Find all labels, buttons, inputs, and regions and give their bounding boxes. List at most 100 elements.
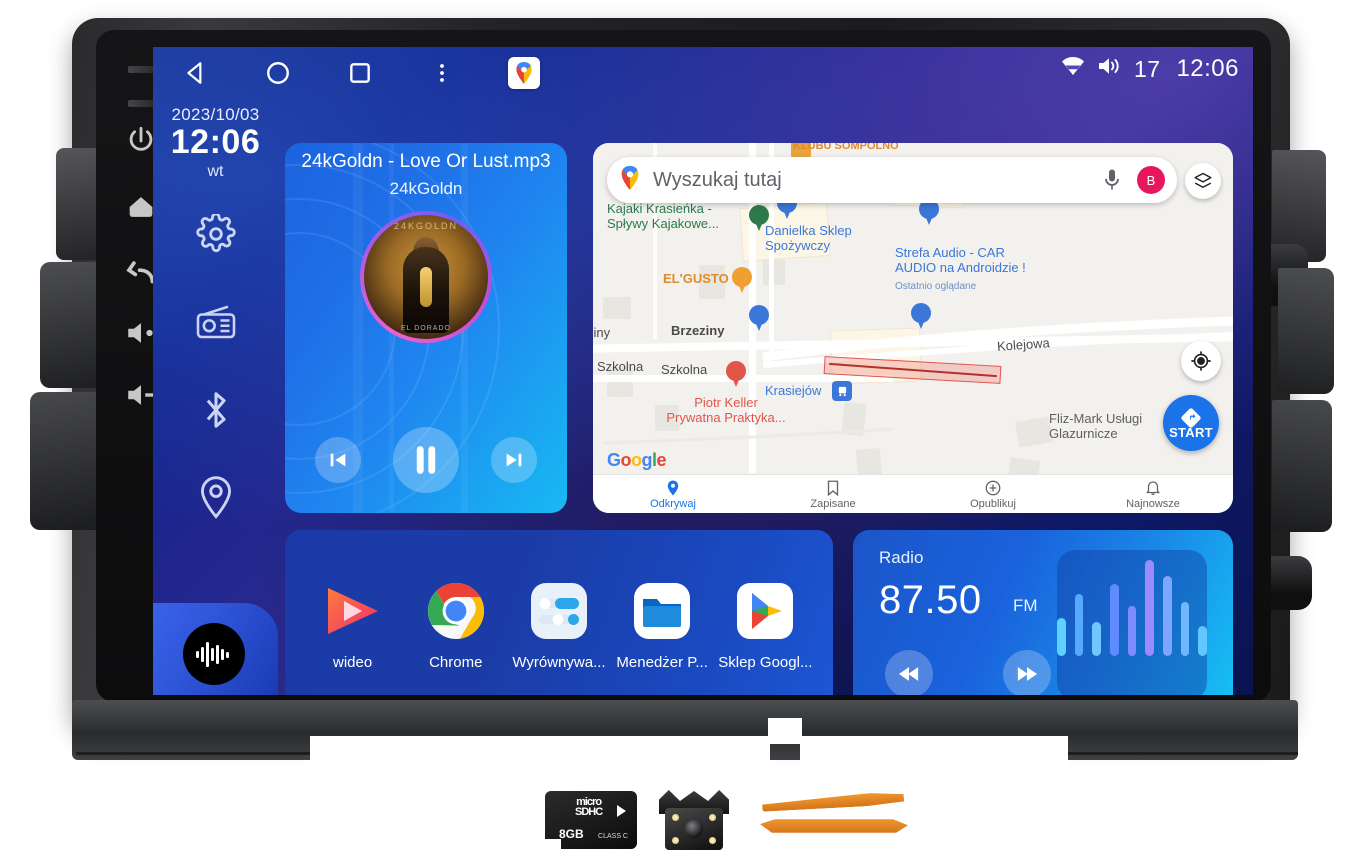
sd-notch	[545, 839, 561, 849]
navigation-bar	[179, 56, 541, 90]
status-indicators: 17 12:06	[1060, 55, 1239, 83]
volume-level: 17	[1134, 55, 1161, 82]
plus-circle-icon	[985, 480, 1001, 495]
map-label-klub: KLUBU SOMPOLNO	[793, 143, 899, 152]
camera-led	[709, 814, 716, 821]
map-pin-restaurant[interactable]	[732, 267, 752, 294]
track-artist: 24kGoldn	[389, 179, 463, 198]
google-maps-badge-icon	[508, 57, 540, 89]
app-label: Sklep Googl...	[718, 653, 813, 671]
album-art: 24KGOLDN EL DORADO	[364, 215, 488, 339]
map-pin-shop-2[interactable]	[911, 303, 931, 330]
sd-arrow-icon	[617, 805, 626, 817]
map-nav-label: Zapisane	[810, 497, 856, 510]
google-maps-icon	[619, 165, 641, 195]
mount-bracket-right-3	[1272, 400, 1332, 532]
base-groove-left	[76, 752, 312, 755]
map-nav-label: Odkrywaj	[650, 497, 696, 510]
lcd-screen: 17 12:06 2023/10/03 12:06 wt 24kGoldn - …	[153, 47, 1253, 695]
album-top-text: 24KGOLDN	[393, 221, 459, 232]
music-player-card[interactable]: 24kGoldn - Love Or Lust.mp3 24kGoldn 24K…	[285, 143, 567, 513]
google-maps-shortcut[interactable]	[507, 56, 541, 90]
home-circle-icon[interactable]	[261, 56, 295, 90]
previous-track-button[interactable]	[315, 437, 361, 483]
app-label: Wyrównywa...	[512, 653, 606, 671]
rail-time: 12:06	[170, 123, 261, 161]
map-nav-label: Najnowsze	[1126, 497, 1180, 510]
base-cutout-1	[310, 736, 770, 770]
wifi-icon	[1060, 56, 1086, 82]
map-pin-shop-1[interactable]	[749, 305, 769, 332]
app-google-play[interactable]: Sklep Googl...	[717, 580, 813, 671]
map-nav-opublikuj[interactable]: Opublikuj	[913, 479, 1073, 510]
product-photo: 17 12:06 2023/10/03 12:06 wt 24kGoldn - …	[0, 0, 1365, 857]
camera-led	[709, 837, 716, 844]
map-bottom-nav: Odkrywaj Zapisane Opublikuj Najnowsze	[593, 474, 1233, 513]
map-label-piotr-keller: Piotr Keller Prywatna Praktyka...	[666, 395, 786, 426]
left-rail: 2023/10/03 12:06 wt	[153, 99, 278, 695]
layers-button[interactable]	[1185, 163, 1221, 199]
mount-bracket-right-2	[1278, 268, 1334, 394]
google-play-icon	[734, 580, 796, 642]
radio-title: Radio	[879, 548, 924, 567]
file-manager-icon	[631, 580, 693, 642]
location-pin-icon[interactable]	[193, 475, 239, 521]
map-search-bar[interactable]: Wyszukaj tutaj B	[607, 157, 1177, 203]
app-equalizer[interactable]: Wyrównywa...	[511, 580, 607, 671]
recents-square-icon[interactable]	[343, 56, 377, 90]
map-search-placeholder[interactable]: Wyszukaj tutaj	[653, 169, 1101, 192]
album-bottom-text: EL DORADO	[401, 324, 451, 332]
viz-bar	[1127, 606, 1137, 656]
radio-icon[interactable]	[193, 299, 239, 345]
rail-weekday: wt	[207, 162, 224, 180]
app-chrome[interactable]: Chrome	[408, 580, 504, 671]
equalizer-icon	[528, 580, 590, 642]
map-label-elgusto: EL'GUSTO	[663, 271, 729, 286]
camera-led	[672, 814, 679, 821]
next-track-button[interactable]	[491, 437, 537, 483]
start-navigation-button[interactable]: START	[1163, 395, 1219, 451]
radio-card[interactable]: Radio 87.50 FM	[853, 530, 1233, 695]
map-street-szkolna-2: Szkolna	[661, 362, 708, 377]
map-label-danielka: Danielka Sklep Spożywczy	[765, 223, 852, 254]
sound-wave-icon	[183, 623, 245, 685]
pry-tool-2	[760, 819, 908, 833]
app-file-manager[interactable]: Menedżer P...	[614, 580, 710, 671]
map-pin-red[interactable]	[726, 361, 746, 388]
map-nav-odkrywaj[interactable]: Odkrywaj	[593, 479, 753, 510]
pause-button[interactable]	[393, 427, 459, 493]
led-rst	[128, 100, 154, 107]
my-location-button[interactable]	[1181, 341, 1221, 381]
viz-bar	[1092, 622, 1101, 656]
map-pin-blue-3[interactable]	[919, 199, 939, 226]
microphone-icon[interactable]	[1101, 168, 1125, 192]
map-label-fliz-mark: Fliz-Mark Usługi Glazurnicze	[1049, 411, 1143, 442]
map-street-ziny: ziny	[593, 325, 611, 340]
pry-tool-1	[762, 791, 904, 811]
viz-bar	[1056, 618, 1066, 656]
map-nav-najnowsze[interactable]: Najnowsze	[1073, 479, 1233, 510]
more-vertical-icon[interactable]	[425, 56, 459, 90]
map-station-icon[interactable]	[832, 381, 852, 401]
avatar[interactable]: B	[1137, 166, 1165, 194]
mount-bracket-left-2	[40, 262, 102, 388]
status-clock: 12:06	[1176, 55, 1239, 82]
microsd-card: micro SDHC 8GB CLASS C	[545, 791, 637, 849]
google-maps-card[interactable]: KLUBU SOMPOLNO Kajaki Krasieńka - Spływy …	[593, 143, 1233, 513]
status-bar: 17 12:06	[153, 47, 1253, 99]
reversing-camera	[655, 790, 733, 852]
apps-row: wideo Chrome Wyrównywa... Menedżer P... …	[285, 530, 833, 695]
map-nav-zapisane[interactable]: Zapisane	[753, 479, 913, 510]
camera-lens	[685, 820, 703, 838]
bell-icon	[1145, 480, 1161, 495]
bluetooth-icon[interactable]	[193, 387, 239, 433]
back-triangle-icon[interactable]	[179, 56, 213, 90]
map-nav-label: Opublikuj	[970, 497, 1016, 510]
radio-seek-down-button[interactable]	[885, 650, 933, 695]
settings-gear-icon[interactable]	[193, 211, 239, 257]
sd-class: CLASS C	[598, 833, 628, 840]
radio-seek-up-button[interactable]	[1003, 650, 1051, 695]
camera-body	[665, 808, 723, 850]
sound-widget[interactable]	[153, 603, 278, 695]
app-wideo[interactable]: wideo	[305, 580, 401, 671]
